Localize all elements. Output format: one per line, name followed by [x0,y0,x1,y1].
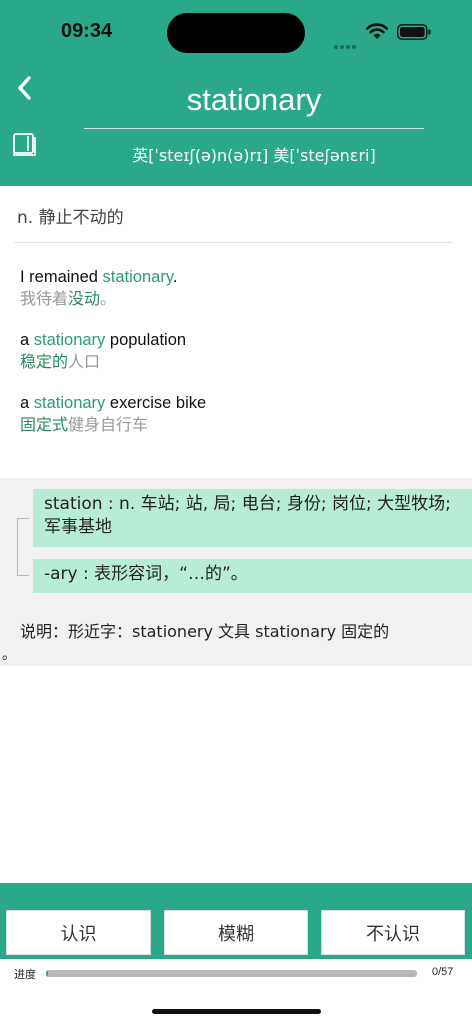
wordbook-button[interactable] [10,130,38,158]
battery-icon [397,24,431,40]
highlight-word: stationary [33,394,106,412]
unknown-button[interactable]: 不认识 [321,910,465,955]
sentence-text: I remained [20,268,103,286]
root-item: station : n. 车站; 站, 局; 电台; 身份; 岗位; 大型牧场;… [33,489,472,547]
highlight-word: stationary [102,268,173,286]
vague-button[interactable]: 模糊 [164,910,308,955]
phonetics[interactable]: 英[ˈsteɪʃ(ə)n(ə)rɪ] 美[ˈsteʃənɛri] [84,142,424,166]
title-divider [84,128,424,129]
etymology-bracket [17,518,29,576]
example-list: I remained stationary. 我待着没动。 a stationary… [20,266,460,455]
know-button[interactable]: 认识 [6,910,151,955]
sentence-text: population [105,331,187,349]
translation-text: 健身自行车 [68,415,149,434]
back-icon [18,76,31,100]
progress-bar [46,970,417,977]
back-button[interactable] [10,72,38,104]
example-sentence: I remained stationary. [20,266,460,288]
sentence-text: . [172,268,178,286]
word-header: stationary 英[ˈsteɪʃ(ə)n(ə)rɪ] 美[ˈsteʃənɛ… [0,62,472,186]
etymology-note: 说明：形近字：stationery 文具 stationary 固定的 [20,622,390,641]
definition-divider [14,242,453,243]
progress-fill [46,970,48,977]
example-item: I remained stationary. 我待着没动。 [20,266,460,310]
translation-text: 。 [100,289,117,308]
suffix-item: -ary : 表形容词，“…的”。 [33,559,472,593]
definition: n. 静止不动的 [17,208,124,228]
example-sentence: a stationary exercise bike [20,392,460,414]
translation-text: 我待着 [20,289,69,308]
example-translation: 我待着没动。 [20,288,460,310]
sentence-text: a [20,394,34,412]
progress-count: 0/57 [432,966,454,978]
etymology-panel: station : n. 车站; 站, 局; 电台; 身份; 岗位; 大型牧场;… [0,478,472,666]
etymology-note-tail: 。 [2,647,16,663]
example-item: a stationary exercise bike 固定式健身自行车 [20,392,460,436]
signal-icon [334,34,360,49]
highlight-word: stationary [33,331,106,349]
home-indicator[interactable] [152,1009,321,1014]
highlight-translation: 没动 [68,289,101,308]
wifi-icon [365,23,389,39]
translation-text: 人口 [68,352,101,371]
status-bar: 09:34 [0,0,472,62]
example-translation: 稳定的人口 [20,351,460,373]
answer-bar: 认识 模糊 不认识 [0,883,472,959]
sentence-text: exercise bike [105,394,207,412]
progress-label: 进度 [14,968,36,981]
sentence-text: a [20,331,34,349]
example-translation: 固定式健身自行车 [20,414,460,436]
highlight-translation: 稳定的 [20,352,69,371]
book-icon [13,133,36,156]
example-sentence: a stationary population [20,329,460,351]
highlight-translation: 固定式 [20,415,69,434]
example-item: a stationary population 稳定的人口 [20,329,460,373]
status-time: 09:34 [61,20,113,42]
word-title: stationary [186,82,322,117]
dynamic-island [167,13,305,53]
